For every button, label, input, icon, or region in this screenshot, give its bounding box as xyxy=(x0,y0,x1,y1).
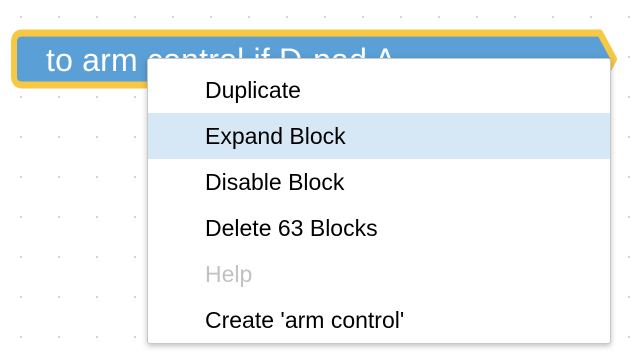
menu-item-disable-block[interactable]: Disable Block xyxy=(148,159,610,205)
grid-dot xyxy=(96,176,98,178)
grid-dot xyxy=(628,176,630,178)
grid-dot xyxy=(58,256,60,258)
grid-dot xyxy=(96,256,98,258)
grid-dot xyxy=(58,136,60,138)
grid-dot xyxy=(628,136,630,138)
grid-dot xyxy=(20,336,22,338)
menu-item-duplicate[interactable]: Duplicate xyxy=(148,67,610,113)
blockly-workspace[interactable]: to arm control if D-pad A Duplicate Expa… xyxy=(0,0,637,353)
grid-dot xyxy=(134,336,136,338)
grid-dot xyxy=(134,176,136,178)
grid-dot xyxy=(20,136,22,138)
grid-dot xyxy=(58,176,60,178)
grid-dot xyxy=(58,336,60,338)
grid-dot xyxy=(96,136,98,138)
context-menu: Duplicate Expand Block Disable Block Del… xyxy=(147,58,611,344)
grid-dot xyxy=(20,256,22,258)
grid-dot xyxy=(96,216,98,218)
grid-dot xyxy=(628,216,630,218)
grid-dot xyxy=(628,256,630,258)
grid-dot xyxy=(58,296,60,298)
grid-dot xyxy=(134,296,136,298)
menu-item-expand-block[interactable]: Expand Block xyxy=(148,113,610,159)
grid-dot xyxy=(20,176,22,178)
menu-item-help: Help xyxy=(205,261,253,287)
grid-dot xyxy=(58,216,60,218)
grid-dot xyxy=(628,296,630,298)
menu-item-create-arm-control[interactable]: Create 'arm control' xyxy=(148,297,610,343)
grid-dot xyxy=(96,336,98,338)
grid-dot xyxy=(20,216,22,218)
grid-dot xyxy=(20,296,22,298)
grid-dot xyxy=(134,216,136,218)
grid-dot xyxy=(96,296,98,298)
grid-dot xyxy=(134,256,136,258)
grid-dot xyxy=(134,136,136,138)
grid-dot xyxy=(628,336,630,338)
menu-item-delete-blocks[interactable]: Delete 63 Blocks xyxy=(148,205,610,251)
